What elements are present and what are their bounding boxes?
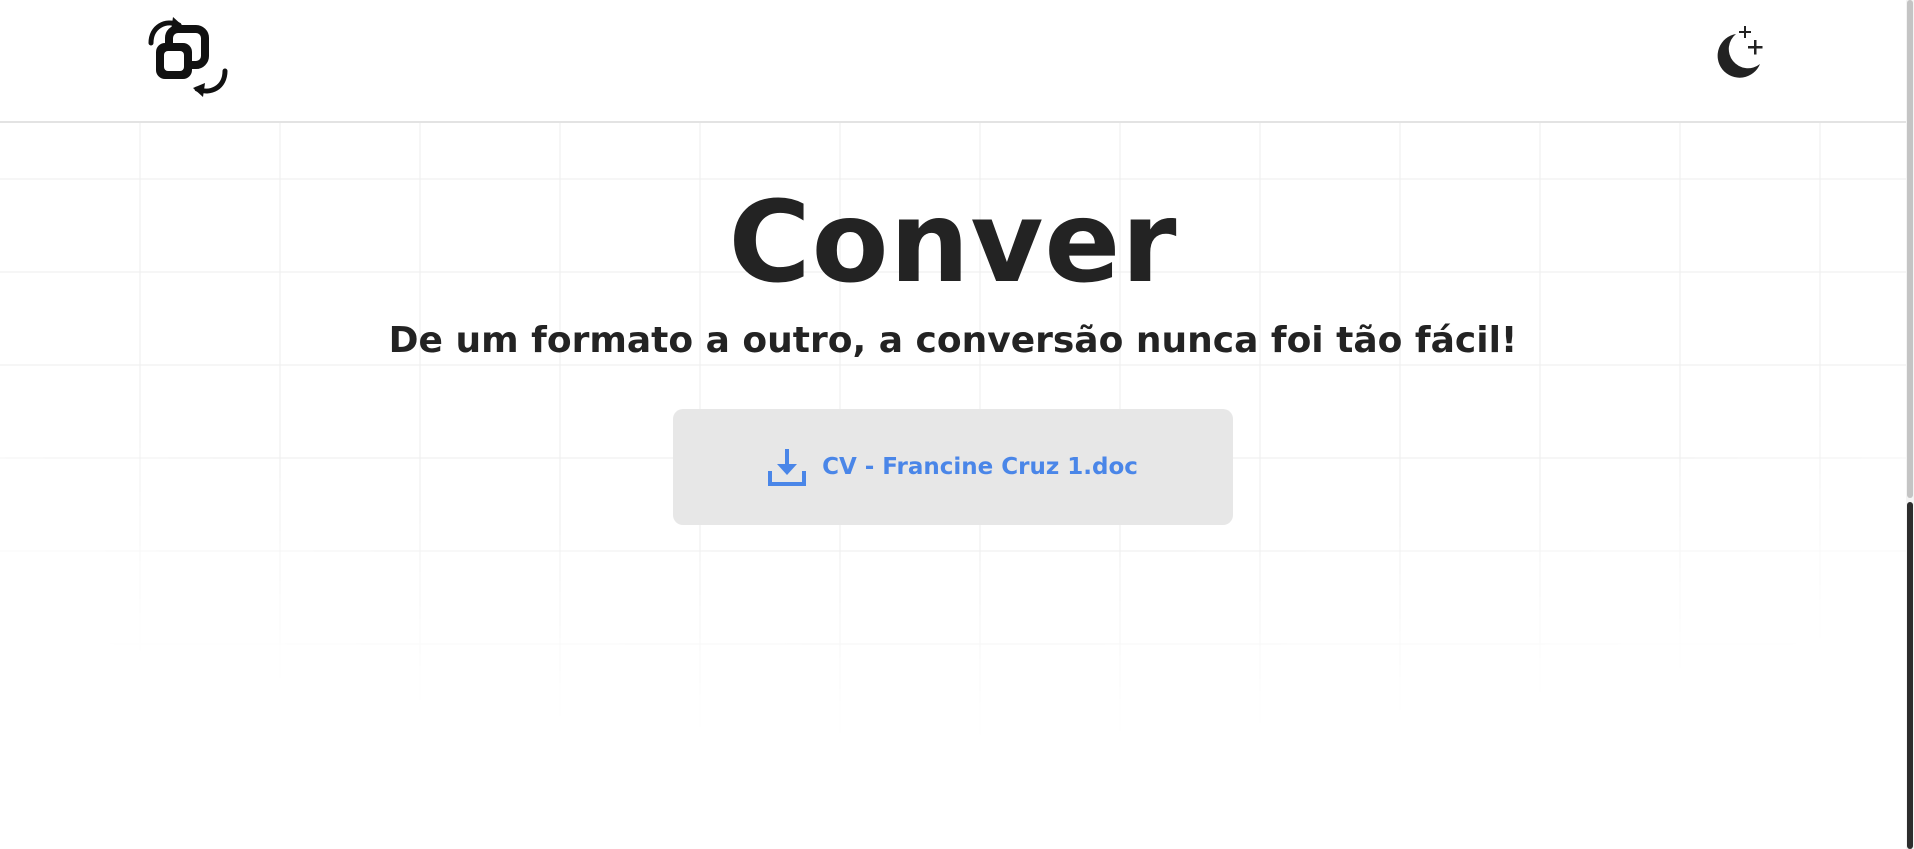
moon-stars-icon[interactable] <box>1708 24 1768 84</box>
download-icon <box>768 447 807 487</box>
download-file-name[interactable]: CV - Francine Cruz 1.doc <box>822 454 1138 480</box>
page-subtitle: De um formato a outro, a conversão nunca… <box>388 320 1518 361</box>
scrollbar-thumb[interactable] <box>1907 502 1913 849</box>
main-content: Conver De um formato a outro, a conversã… <box>0 0 1906 849</box>
download-file-button[interactable]: CV - Francine Cruz 1.doc <box>673 409 1233 525</box>
page-title: Conver <box>728 178 1178 308</box>
scrollbar[interactable] <box>1906 0 1914 849</box>
convert-logo-icon[interactable] <box>143 13 231 101</box>
top-bar <box>0 0 1906 123</box>
scrollbar-track-upper <box>1907 0 1913 498</box>
page: Conver De um formato a outro, a conversã… <box>0 0 1914 849</box>
